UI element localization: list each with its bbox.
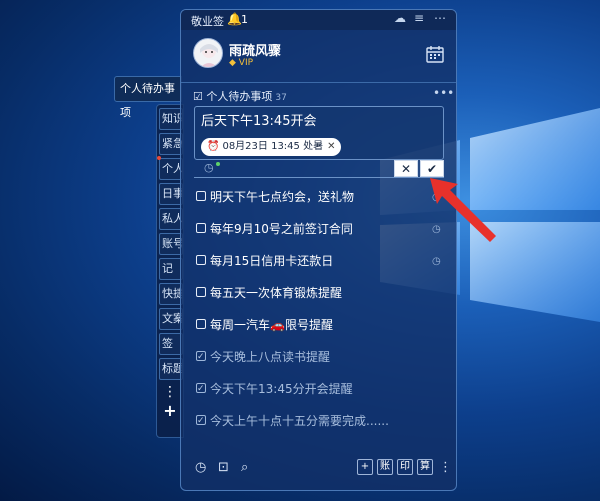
bell-icon[interactable]: 🔔 bbox=[227, 12, 242, 26]
status-dot bbox=[216, 162, 220, 166]
todo-text: 每五天一次体育锻炼提醒 bbox=[210, 286, 343, 300]
todo-checkbox[interactable] bbox=[196, 191, 206, 201]
section-header: ☑ 个人待办事项 37 bbox=[193, 88, 287, 104]
print-button[interactable]: 印 bbox=[397, 459, 413, 475]
calendar-icon[interactable] bbox=[425, 44, 445, 64]
reminder-clock-icon[interactable]: ◷ bbox=[432, 253, 441, 271]
app-title: 敬业签 bbox=[191, 15, 224, 28]
cancel-button[interactable]: ✕ bbox=[394, 160, 418, 177]
todo-text: 今天下午13:45分开会提醒 bbox=[210, 382, 353, 396]
clock-icon[interactable]: ◷ bbox=[204, 161, 214, 174]
notification-count: 1 bbox=[241, 13, 248, 26]
todo-input[interactable]: 后天下午13:45开会 bbox=[201, 110, 316, 129]
red-arrow-annotation bbox=[430, 178, 496, 242]
todo-checkbox[interactable] bbox=[196, 223, 206, 233]
todo-item-done[interactable]: 今天上午十点十五分需要完成...... bbox=[194, 412, 449, 444]
reminder-chip-label: 08月23日 13:45 处暑 bbox=[222, 141, 324, 152]
todo-checkbox-checked[interactable] bbox=[196, 380, 206, 398]
todo-item[interactable]: 每年9月10号之前签订合同 ◷ bbox=[194, 220, 449, 252]
title-bar: 敬业签 🔔 1 ☁ ≡ ⋯ bbox=[181, 10, 456, 30]
todo-item[interactable]: 每五天一次体育锻炼提醒 bbox=[194, 284, 449, 316]
todo-text: 每周一汽车🚗限号提醒 bbox=[210, 318, 333, 332]
menu-icon[interactable]: ≡ bbox=[414, 11, 424, 25]
todo-list: 明天下午七点约会，送礼物 ◷ 每年9月10号之前签订合同 ◷ 每月15日信用卡还… bbox=[194, 188, 449, 444]
todo-checkbox[interactable] bbox=[196, 287, 206, 297]
remove-reminder-icon[interactable]: ✕ bbox=[327, 141, 335, 152]
todo-checkbox[interactable] bbox=[196, 255, 206, 265]
todo-item-done[interactable]: 今天晚上八点读书提醒 bbox=[194, 348, 449, 380]
username: 雨疏风骤 bbox=[229, 44, 282, 59]
confirm-button[interactable]: ✔ bbox=[420, 160, 444, 177]
todo-item[interactable]: 明天下午七点约会，送礼物 ◷ bbox=[194, 188, 449, 220]
footer-toolbar: ◷ ⊡ ⌕ + 账 印 算 ⋮ bbox=[181, 450, 456, 490]
editor-toolbar: ◷ ✕ ✔ bbox=[194, 160, 444, 178]
checklist-icon: ☑ bbox=[193, 90, 203, 103]
todo-item[interactable]: 每月15日信用卡还款日 ◷ bbox=[194, 252, 449, 284]
todo-text: 明天下午七点约会，送礼物 bbox=[210, 190, 355, 204]
todo-item-done[interactable]: 今天下午13:45分开会提醒 bbox=[194, 380, 449, 412]
calculate-button[interactable]: 算 bbox=[417, 459, 433, 475]
todo-text: 今天上午十点十五分需要完成...... bbox=[210, 414, 389, 428]
more-icon[interactable]: ⋮ bbox=[439, 460, 452, 475]
todo-text: 每年9月10号之前签订合同 bbox=[210, 222, 353, 236]
todo-checkbox-checked[interactable] bbox=[196, 348, 206, 366]
todo-checkbox[interactable] bbox=[196, 319, 206, 329]
search-icon[interactable]: ⌕ bbox=[241, 460, 248, 475]
cloud-sync-icon[interactable]: ☁ bbox=[394, 11, 406, 25]
todo-text: 今天晚上八点读书提醒 bbox=[210, 350, 331, 364]
account-button[interactable]: 账 bbox=[377, 459, 393, 475]
more-options-icon[interactable]: ••• bbox=[433, 86, 454, 100]
app-window: 敬业签 🔔 1 ☁ ≡ ⋯ 雨疏风骤 ◆ VIP ☑ 个人待办事项 37 •••… bbox=[180, 9, 457, 491]
vip-badge: ◆ VIP bbox=[229, 58, 254, 68]
avatar[interactable] bbox=[193, 38, 223, 68]
divider bbox=[181, 82, 456, 83]
todo-item[interactable]: 每周一汽车🚗限号提醒 bbox=[194, 316, 449, 348]
sidebar-active-tab[interactable]: 个人待办事项 bbox=[114, 76, 182, 119]
section-title: 个人待办事项 bbox=[206, 90, 273, 103]
alarm-icon: ⏰ bbox=[207, 141, 220, 152]
notification-dot bbox=[157, 156, 161, 160]
clock-icon[interactable]: ◷ bbox=[195, 460, 206, 475]
minimize-icon[interactable]: ⋯ bbox=[434, 11, 446, 25]
profile-header: 雨疏风骤 ◆ VIP bbox=[181, 30, 456, 82]
todo-editor[interactable]: 后天下午13:45开会 ⏰ 08月23日 13:45 处暑 ✕ bbox=[194, 106, 444, 160]
vip-label: VIP bbox=[238, 58, 254, 68]
section-count: 37 bbox=[275, 93, 287, 103]
todo-checkbox-checked[interactable] bbox=[196, 412, 206, 430]
add-button[interactable]: + bbox=[357, 459, 373, 475]
inbox-icon[interactable]: ⊡ bbox=[218, 460, 229, 475]
reminder-chip[interactable]: ⏰ 08月23日 13:45 处暑 ✕ bbox=[201, 138, 342, 156]
todo-text: 每月15日信用卡还款日 bbox=[210, 254, 334, 268]
